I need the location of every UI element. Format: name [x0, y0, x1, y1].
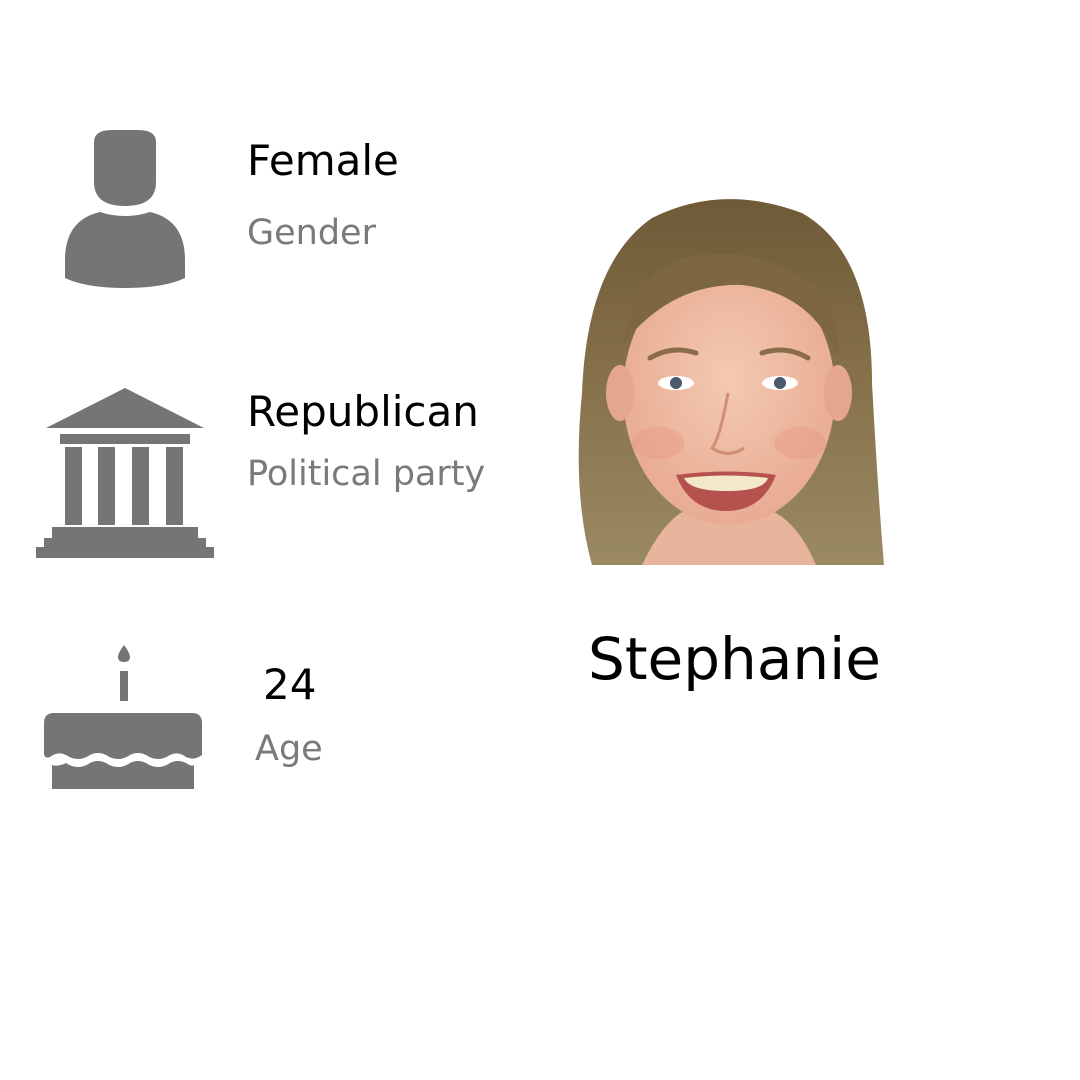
gender-label: Gender	[247, 213, 376, 253]
party-value: Republican	[247, 387, 479, 436]
age-value: 24	[263, 660, 317, 709]
gender-value: Female	[247, 136, 399, 185]
person-name: Stephanie	[588, 625, 881, 693]
portrait-photo	[578, 199, 884, 565]
government-building-icon	[36, 388, 214, 558]
age-label: Age	[255, 729, 323, 769]
party-label: Political party	[247, 454, 486, 494]
person-icon	[65, 130, 185, 288]
birthday-cake-icon	[44, 645, 202, 789]
